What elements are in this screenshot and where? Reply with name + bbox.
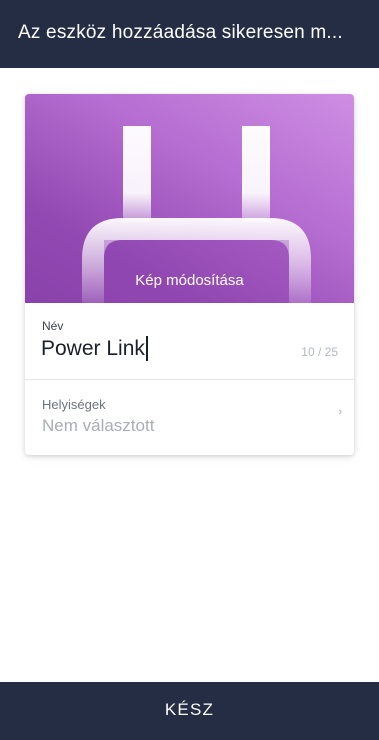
name-input[interactable]: Power Link — [41, 336, 148, 361]
chevron-right-icon: › — [338, 406, 342, 418]
change-image-label: Kép módosítása — [135, 272, 244, 289]
page-title: Az eszköz hozzáadása sikeresen m... — [18, 22, 343, 43]
main-content: Kép módosítása Név Power Link 10 / 25 He… — [0, 68, 379, 682]
done-button-label: KÉSZ — [164, 700, 215, 719]
rooms-selector[interactable]: Helyiségek Nem választott › — [25, 380, 354, 455]
rooms-label: Helyiségek — [42, 397, 106, 412]
device-card: Kép módosítása Név Power Link 10 / 25 He… — [25, 94, 354, 455]
name-field[interactable]: Név Power Link 10 / 25 — [25, 303, 354, 380]
done-button[interactable]: KÉSZ — [0, 682, 379, 740]
text-caret — [145, 336, 148, 361]
name-value: Power Link — [41, 336, 145, 360]
name-label: Név — [42, 319, 64, 333]
rooms-value: Nem választott — [42, 416, 155, 435]
top-bar: Az eszköz hozzáadása sikeresen m... — [0, 0, 379, 68]
device-image[interactable]: Kép módosítása — [25, 94, 354, 303]
character-counter: 10 / 25 — [301, 345, 338, 359]
